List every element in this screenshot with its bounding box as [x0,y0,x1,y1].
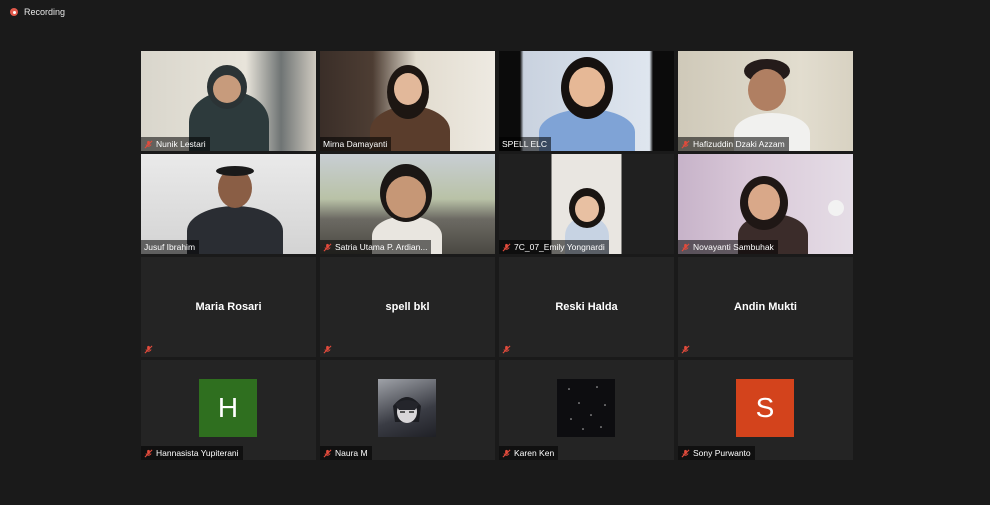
avatar-letter: S [755,392,775,423]
avatar-image [378,379,436,437]
participant-tile[interactable]: Andin Mukti [678,257,853,357]
participant-tile[interactable]: Nunik Lestari [141,51,316,151]
anime-avatar-icon [393,397,421,423]
avatar: H [199,379,257,437]
participant-name: Reski Halda [555,301,618,313]
muted-mic-icon [502,449,511,457]
avatar-letter: H [217,392,239,423]
participant-tile[interactable]: Mirna Damayanti [320,51,495,151]
muted-mic-icon [323,243,332,251]
muted-mic-icon [681,243,690,251]
muted-mic-icon [323,345,332,354]
muted-mic-icon [681,140,690,148]
participant-name-label: Novayanti Sambuhak [678,240,778,254]
participant-name-label: SPELL ELC [499,137,552,151]
participant-name-label: Naura M [320,446,372,460]
gallery-grid: Nunik Lestari Mirna Damayanti SPELL ELC [141,51,853,460]
starfield-avatar-icon [568,386,606,430]
participant-tile-active-speaker[interactable]: SPELL ELC [499,51,674,151]
participant-name: Maria Rosari [195,301,262,313]
muted-mic-icon [681,449,690,457]
muted-mic-icon [502,345,511,354]
avatar-image [557,379,615,437]
participant-name-label: Hafizuddin Dzaki Azzam [678,137,789,151]
recording-label: Recording [24,7,66,17]
participant-tile[interactable]: Karen Ken [499,360,674,460]
participant-tile[interactable]: spell bkl [320,257,495,357]
participant-video [499,154,674,254]
participant-video [141,51,316,151]
participant-video [499,51,674,151]
participant-name-label: Jusuf Ibrahim [141,240,200,254]
muted-mic-icon [144,140,153,148]
participant-video [678,154,853,254]
participant-tile[interactable]: Maria Rosari [141,257,316,357]
participant-tile[interactable]: Satria Utama P. Ardian... [320,154,495,254]
participant-name: Andin Mukti [734,301,797,313]
participant-name-label: Satria Utama P. Ardian... [320,240,432,254]
avatar: S [736,379,794,437]
muted-mic-icon [323,449,332,457]
record-icon [10,8,18,16]
muted-mic-icon [681,345,690,354]
participant-name-label: 7C_07_Emily Yongnardi [499,240,609,254]
participant-tile[interactable]: Hafizuddin Dzaki Azzam [678,51,853,151]
participant-name-label: Mirna Damayanti [320,137,392,151]
participant-tile[interactable]: Jusuf Ibrahim [141,154,316,254]
participant-name-label: Nunik Lestari [141,137,210,151]
participant-video [320,51,495,151]
participant-tile[interactable]: Reski Halda [499,257,674,357]
participant-tile[interactable]: Novayanti Sambuhak [678,154,853,254]
participant-video [141,154,316,254]
participant-name-label: Karen Ken [499,446,559,460]
muted-mic-icon [502,243,511,251]
participant-tile[interactable]: S Sony Purwanto [678,360,853,460]
participant-video [678,51,853,151]
participant-name: spell bkl [385,301,430,313]
participant-video [320,154,495,254]
participant-tile[interactable]: H Hannasista Yupiterani [141,360,316,460]
participant-name-label: Hannasista Yupiterani [141,446,243,460]
participant-tile[interactable]: Naura M [320,360,495,460]
muted-mic-icon [144,345,153,354]
participant-name-label: Sony Purwanto [678,446,755,460]
recording-indicator[interactable]: Recording [10,7,65,17]
participant-tile[interactable]: 7C_07_Emily Yongnardi [499,154,674,254]
muted-mic-icon [144,449,153,457]
